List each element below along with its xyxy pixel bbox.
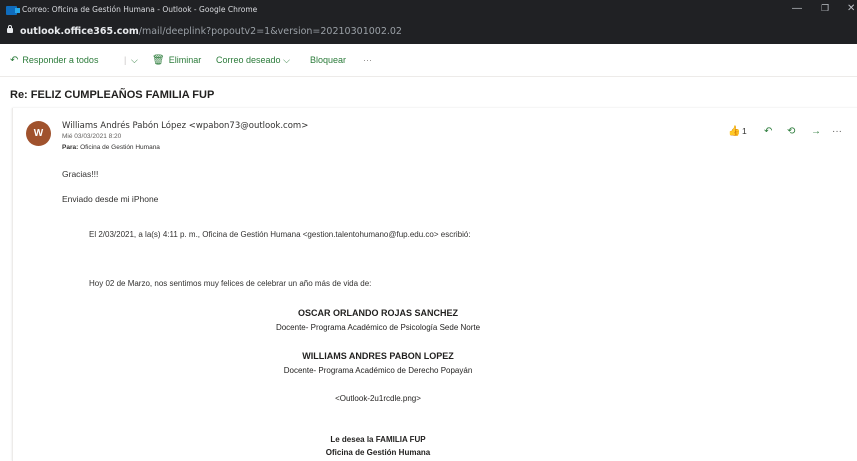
person-name: WILLIAMS ANDRES PABON LOPEZ <box>302 351 454 361</box>
avatar[interactable]: W <box>26 121 51 146</box>
person-role: Docente- Programa Académico de Derecho P… <box>283 366 473 375</box>
browser-title-bar: Correo: Oficina de Gestión Humana - Outl… <box>0 0 857 44</box>
delete-label: Eliminar <box>168 55 202 65</box>
window-title: Correo: Oficina de Gestión Humana - Outl… <box>22 5 258 14</box>
person-name: OSCAR ORLANDO ROJAS SANCHEZ <box>297 308 458 318</box>
lock-icon <box>7 25 13 33</box>
sender-name[interactable]: Williams Andrés Pabón López <wpabon73@ou… <box>62 121 308 131</box>
greeting-text: Hoy 02 de Marzo, nos sentimos muy felice… <box>89 279 372 288</box>
image-placeholder: <Outlook-2u1rcdle.png> <box>335 394 421 403</box>
like-count: 1 <box>742 126 747 136</box>
minimize-button[interactable]: — <box>792 3 802 14</box>
like-icon[interactable]: 👍 <box>728 126 740 137</box>
reply-all-icon: ↶ <box>10 55 19 66</box>
block-button[interactable]: Bloquear <box>310 55 346 65</box>
trash-icon: 🗑 <box>152 55 165 66</box>
chevron-down-icon: ⌵ <box>283 55 290 65</box>
url-host: outlook.office365.com <box>20 26 139 37</box>
to-value[interactable]: Oficina de Gestión Humana <box>80 144 160 151</box>
junk-button[interactable]: Correo deseado ⌵ <box>216 55 290 66</box>
command-bar: ↶ Responder a todos | ⌵ 🗑 Eliminar Correo … <box>0 46 857 72</box>
toolbar-divider <box>0 76 857 77</box>
maximize-button[interactable]: ❐ <box>821 3 829 14</box>
body-text: Gracias!!! <box>62 169 99 179</box>
address-bar[interactable]: outlook.office365.com/mail/deeplink?popo… <box>0 22 857 44</box>
forward-icon[interactable]: → <box>811 126 821 137</box>
closing-signature: Oficina de Gestión Humana <box>325 448 431 457</box>
recipient-line: Para: Oficina de Gestión Humana <box>62 144 160 151</box>
reply-all-button[interactable]: ↶ Responder a todos <box>10 55 98 66</box>
more-options-icon[interactable]: ··· <box>363 55 372 65</box>
close-button[interactable]: ✕ <box>847 3 855 14</box>
reply-icon[interactable]: ↶ <box>764 126 772 137</box>
junk-label: Correo deseado <box>216 55 281 65</box>
message-date: Mié 03/03/2021 8:20 <box>62 133 122 140</box>
chevron-down-icon[interactable]: ⌵ <box>131 55 138 66</box>
reply-all-label: Responder a todos <box>22 55 99 65</box>
signature-text: Enviado desde mi iPhone <box>62 194 159 204</box>
person-role: Docente- Programa Académico de Psicologí… <box>275 323 481 332</box>
url-text[interactable]: outlook.office365.com/mail/deeplink?popo… <box>20 26 402 37</box>
outlook-app-icon <box>6 6 20 15</box>
quote-header: El 2/03/2021, a la(s) 4:11 p. m., Oficin… <box>89 230 471 239</box>
delete-button[interactable]: 🗑 Eliminar <box>152 55 201 66</box>
url-path: /mail/deeplink?popoutv2=1&version=202103… <box>138 26 402 37</box>
message-panel: W Williams Andrés Pabón López <wpabon73@… <box>12 108 857 461</box>
more-options-icon[interactable]: ··· <box>832 126 842 137</box>
reply-all-icon[interactable]: ⟲ <box>787 126 795 137</box>
toolbar-separator: | <box>124 55 127 65</box>
to-label: Para: <box>62 144 79 151</box>
email-subject: Re: FELIZ CUMPLEAÑOS FAMILIA FUP <box>10 89 215 101</box>
closing-text: Le desea la FAMILIA FUP <box>330 435 426 444</box>
